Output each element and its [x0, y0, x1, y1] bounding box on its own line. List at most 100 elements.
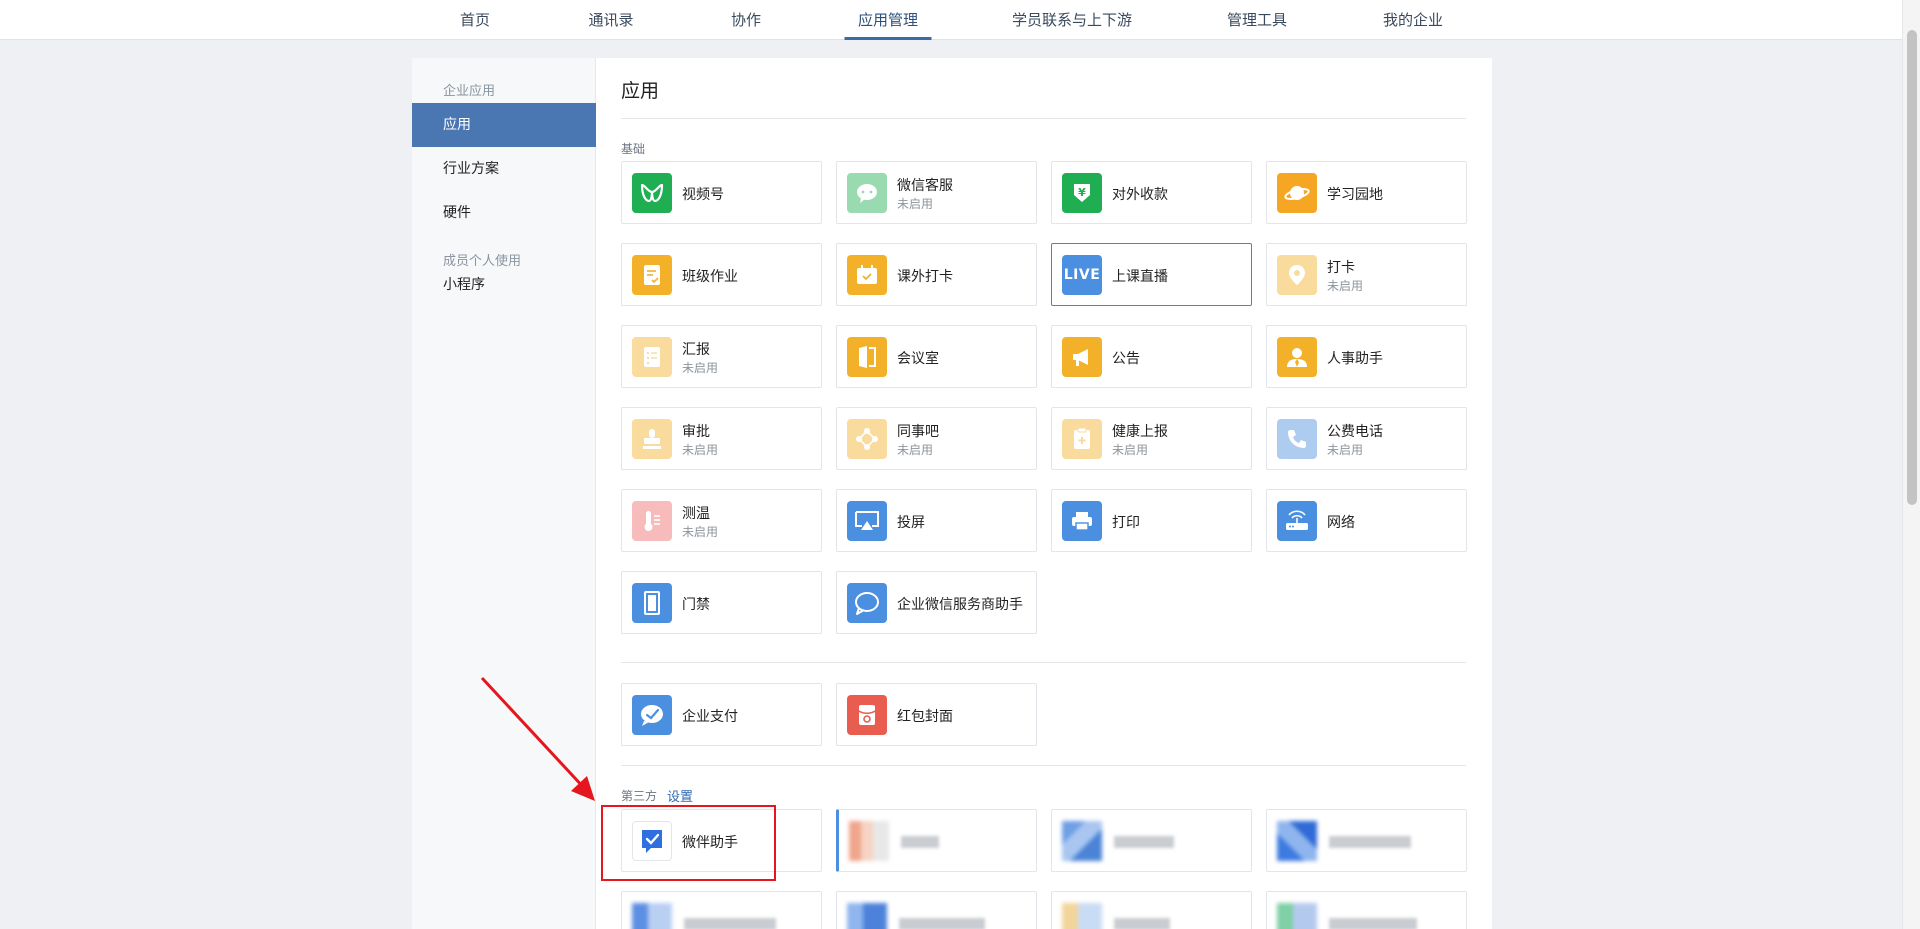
app-card-announcement[interactable]: 公告 — [1051, 325, 1252, 388]
sidebar-item-industry-solutions[interactable]: 行业方案 — [412, 147, 596, 191]
app-card-blurred[interactable] — [836, 809, 1037, 872]
app-name: 课外打卡 — [897, 269, 953, 285]
app-card-live-class[interactable]: LIVE 上课直播 — [1051, 243, 1252, 306]
planet-icon — [1277, 173, 1317, 213]
tab-collaboration[interactable]: 协作 — [731, 0, 761, 40]
door-icon — [632, 583, 672, 623]
report-icon — [632, 337, 672, 377]
app-card-external-payment[interactable]: ¥ 对外收款 — [1051, 161, 1252, 224]
homework-icon — [632, 255, 672, 295]
location-pin-icon — [1277, 255, 1317, 295]
app-status: 未启用 — [1327, 443, 1364, 457]
phone-icon — [1277, 419, 1317, 459]
vertical-scrollbar[interactable] — [1902, 0, 1920, 929]
app-card-colleague-forum[interactable]: 同事吧 未启用 — [836, 407, 1037, 470]
app-card-access-control[interactable]: 门禁 — [621, 571, 822, 634]
app-name: 测温 — [682, 506, 710, 522]
app-card-meeting-room[interactable]: 会议室 — [836, 325, 1037, 388]
section-divider — [621, 765, 1466, 766]
thermometer-icon — [632, 501, 672, 541]
section-label-third-party: 第三方 — [621, 789, 658, 803]
blurred-app-name — [901, 836, 939, 848]
app-card-clock-in[interactable]: 打卡 未启用 — [1266, 243, 1467, 306]
top-navigation: 首页 通讯录 协作 应用管理 学员联系与上下游 管理工具 我的企业 — [0, 0, 1902, 40]
hr-person-icon — [1277, 337, 1317, 377]
service-chat-icon — [847, 583, 887, 623]
app-name: 健康上报 — [1112, 424, 1168, 440]
app-card-blurred[interactable] — [1051, 891, 1252, 929]
app-card-blurred[interactable] — [1051, 809, 1252, 872]
app-card-channels[interactable]: 视频号 — [621, 161, 822, 224]
app-name: 学习园地 — [1327, 187, 1383, 203]
scrollbar-thumb[interactable] — [1907, 30, 1917, 505]
app-status: 未启用 — [897, 443, 934, 457]
third-party-settings-link[interactable]: 设置 — [667, 786, 693, 805]
app-content: 应用 基础 视频号 微信客服 未启用 ¥ 对外收款 学习园地 班级作业 课外打卡… — [596, 58, 1492, 929]
sidebar-item-hardware[interactable]: 硬件 — [412, 191, 596, 235]
app-card-network[interactable]: 网络 — [1266, 489, 1467, 552]
blurred-app-name — [899, 918, 985, 929]
app-name: 企业支付 — [682, 709, 738, 725]
blurred-app-icon — [849, 821, 889, 861]
app-card-health-report[interactable]: 健康上报 未启用 — [1051, 407, 1252, 470]
tab-home[interactable]: 首页 — [460, 0, 490, 40]
app-name: 门禁 — [682, 597, 710, 613]
megaphone-icon — [1062, 337, 1102, 377]
app-name: 公告 — [1112, 351, 1140, 367]
app-status: 未启用 — [1327, 279, 1364, 293]
app-card-wechat-service[interactable]: 微信客服 未启用 — [836, 161, 1037, 224]
tab-student-upstream[interactable]: 学员联系与上下游 — [1012, 0, 1132, 40]
blurred-app-name — [684, 918, 776, 929]
blurred-app-icon — [632, 903, 672, 929]
router-icon — [1277, 501, 1317, 541]
sidebar-item-mini-programs[interactable]: 小程序 — [412, 263, 596, 307]
app-card-enterprise-pay[interactable]: 企业支付 — [621, 683, 822, 746]
meeting-room-icon — [847, 337, 887, 377]
health-report-icon — [1062, 419, 1102, 459]
app-card-report[interactable]: 汇报 未启用 — [621, 325, 822, 388]
app-card-print[interactable]: 打印 — [1051, 489, 1252, 552]
app-card-blurred[interactable] — [621, 891, 822, 929]
blurred-app-name — [1114, 918, 1170, 929]
app-card-learning-garden[interactable]: 学习园地 — [1266, 161, 1467, 224]
section-label-basic: 基础 — [621, 142, 646, 156]
annotation-highlight-box — [601, 805, 776, 881]
sidebar-item-apps[interactable]: 应用 — [412, 103, 596, 147]
enterprise-pay-icon — [632, 695, 672, 735]
blurred-app-icon — [1062, 821, 1102, 861]
app-status: 未启用 — [682, 525, 719, 539]
app-card-hr-assistant[interactable]: 人事助手 — [1266, 325, 1467, 388]
app-card-service-provider-assistant[interactable]: 企业微信服务商助手 — [836, 571, 1037, 634]
app-card-blurred[interactable] — [1266, 891, 1467, 929]
app-card-public-phone[interactable]: 公费电话 未启用 — [1266, 407, 1467, 470]
tab-management-tools[interactable]: 管理工具 — [1227, 0, 1287, 40]
app-card-class-homework[interactable]: 班级作业 — [621, 243, 822, 306]
page-title: 应用 — [621, 80, 660, 102]
colleague-forum-icon — [847, 419, 887, 459]
app-name: 汇报 — [682, 342, 710, 358]
printer-icon — [1062, 501, 1102, 541]
tab-my-enterprise[interactable]: 我的企业 — [1383, 0, 1443, 40]
live-icon: LIVE — [1062, 255, 1102, 295]
blurred-app-name — [1114, 836, 1174, 848]
app-card-extracurricular-checkin[interactable]: 课外打卡 — [836, 243, 1037, 306]
app-status: 未启用 — [897, 197, 934, 211]
blurred-app-icon — [1277, 903, 1317, 929]
stamp-icon — [632, 419, 672, 459]
app-card-screen-cast[interactable]: 投屏 — [836, 489, 1037, 552]
app-name: 企业微信服务商助手 — [897, 597, 1023, 613]
app-name: 上课直播 — [1112, 269, 1168, 285]
app-name: 公费电话 — [1327, 424, 1383, 440]
app-name: 人事助手 — [1327, 351, 1383, 367]
app-card-blurred[interactable] — [1266, 809, 1467, 872]
tab-app-management[interactable]: 应用管理 — [844, 0, 932, 40]
screen-cast-icon — [847, 501, 887, 541]
app-card-temperature[interactable]: 测温 未启用 — [621, 489, 822, 552]
tab-contacts[interactable]: 通讯录 — [588, 0, 633, 40]
app-name: 红包封面 — [897, 709, 953, 725]
app-name: 微信客服 — [897, 178, 953, 194]
app-card-red-packet-cover[interactable]: 红包封面 — [836, 683, 1037, 746]
app-card-approval[interactable]: 审批 未启用 — [621, 407, 822, 470]
app-card-blurred[interactable] — [836, 891, 1037, 929]
app-name: 会议室 — [897, 351, 939, 367]
